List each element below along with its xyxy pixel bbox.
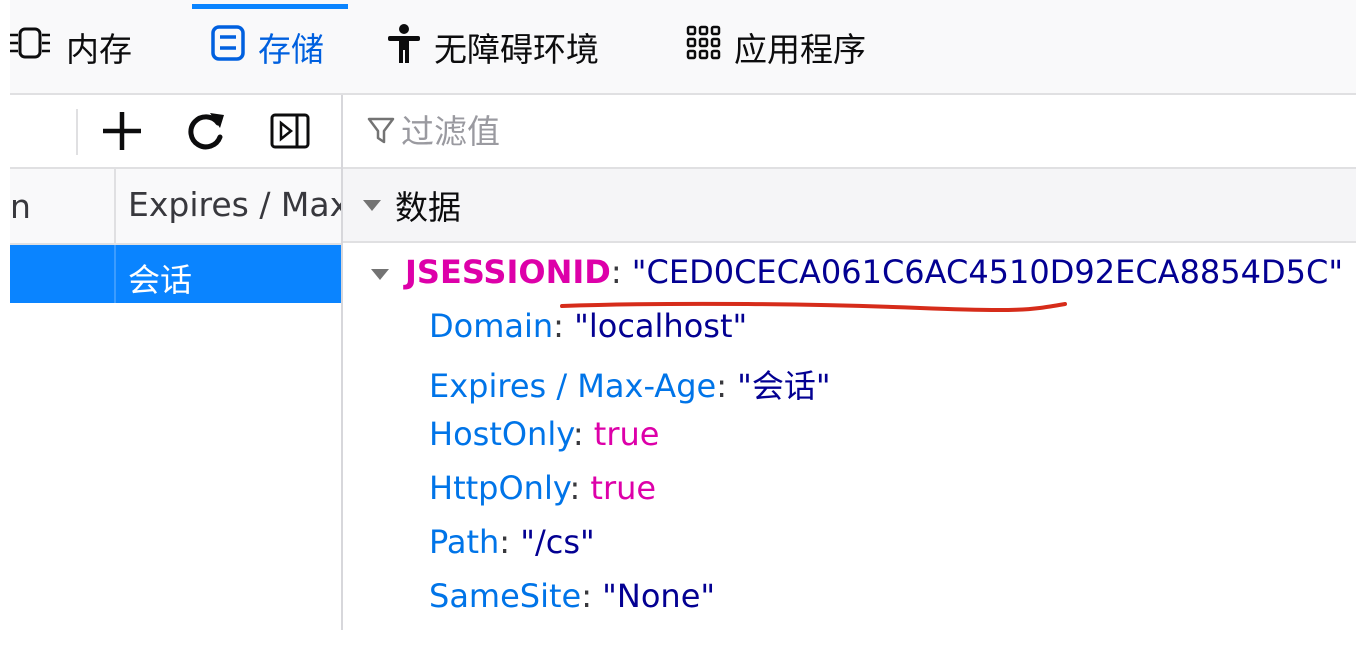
property-key: Domain xyxy=(429,307,554,345)
tab-storage-label: 存储 xyxy=(258,29,324,69)
expand-arrow-icon xyxy=(371,268,389,280)
details-sidebar: 数据 JSESSIONID: "CED0CECA061C6AC4510D92EC… xyxy=(343,95,1356,652)
property-row[interactable]: Path: "/cs" xyxy=(429,523,595,561)
property-row[interactable]: SameSite: "None" xyxy=(429,577,715,615)
column-divider[interactable] xyxy=(114,169,116,243)
property-key: SameSite xyxy=(429,577,582,615)
tab-application-label: 应用程序 xyxy=(734,29,866,69)
toggle-sidebar-button[interactable] xyxy=(266,107,314,155)
cell-divider xyxy=(114,245,116,303)
plus-icon xyxy=(103,112,141,150)
tab-accessibility-label: 无障碍环境 xyxy=(434,29,599,69)
property-row[interactable]: Domain: "localhost" xyxy=(429,307,747,345)
memory-chip-icon xyxy=(10,26,54,68)
storage-table-panel: n Expires / Max 会话 xyxy=(10,95,341,652)
property-value: "localhost" xyxy=(574,307,748,345)
filter-bar xyxy=(343,95,1356,169)
cookie-root-node[interactable]: JSESSIONID: "CED0CECA061C6AC4510D92ECA88… xyxy=(371,253,1343,291)
devtools-tab-bar: 内存 存储 无障碍环境 应用程序 xyxy=(10,0,1356,95)
tab-application[interactable]: 应用程序 xyxy=(686,0,866,93)
filter-icon xyxy=(367,117,395,144)
storage-toolbar xyxy=(10,95,341,169)
collapse-arrow-icon xyxy=(363,199,381,211)
property-row[interactable]: HttpOnly: true xyxy=(429,469,656,507)
property-key: HostOnly xyxy=(429,415,573,453)
property-value: true xyxy=(593,415,660,453)
property-row[interactable]: Expires / Max-Age: "会话" xyxy=(429,361,831,407)
storage-icon xyxy=(210,24,246,70)
tab-storage[interactable]: 存储 xyxy=(192,0,348,93)
add-item-button[interactable] xyxy=(98,107,146,155)
property-key: Expires / Max-Age xyxy=(429,367,717,405)
filter-values-input[interactable] xyxy=(401,111,1001,151)
property-value: true xyxy=(590,469,657,507)
toolbar-separator xyxy=(76,109,78,155)
property-key: HttpOnly xyxy=(429,469,570,507)
property-row[interactable]: HostOnly: true xyxy=(429,415,659,453)
cookie-name-key: JSESSIONID xyxy=(405,253,611,291)
app-grid-icon xyxy=(686,25,722,69)
sidebar-toggle-icon xyxy=(270,113,310,149)
data-section-header[interactable]: 数据 xyxy=(343,169,1356,243)
table-row[interactable]: 会话 xyxy=(10,245,341,303)
refresh-button[interactable] xyxy=(182,107,230,155)
cell-expires-value: 会话 xyxy=(128,261,193,299)
property-value: "None" xyxy=(602,577,716,615)
refresh-icon xyxy=(188,113,224,150)
property-value: "会话" xyxy=(737,367,831,405)
property-key: Path xyxy=(429,523,500,561)
tab-accessibility[interactable]: 无障碍环境 xyxy=(386,0,599,93)
section-label: 数据 xyxy=(395,188,461,227)
property-value: "/cs" xyxy=(520,523,595,561)
table-column-header: n Expires / Max xyxy=(10,169,341,245)
accessibility-icon xyxy=(386,23,422,71)
tab-memory[interactable]: 内存 xyxy=(10,0,132,93)
tab-memory-label: 内存 xyxy=(66,29,132,69)
cookie-value: "CED0CECA061C6AC4510D92ECA8854D5C" xyxy=(631,253,1344,291)
column-header-name[interactable]: n xyxy=(10,187,31,226)
column-header-expires[interactable]: Expires / Max xyxy=(128,185,341,224)
